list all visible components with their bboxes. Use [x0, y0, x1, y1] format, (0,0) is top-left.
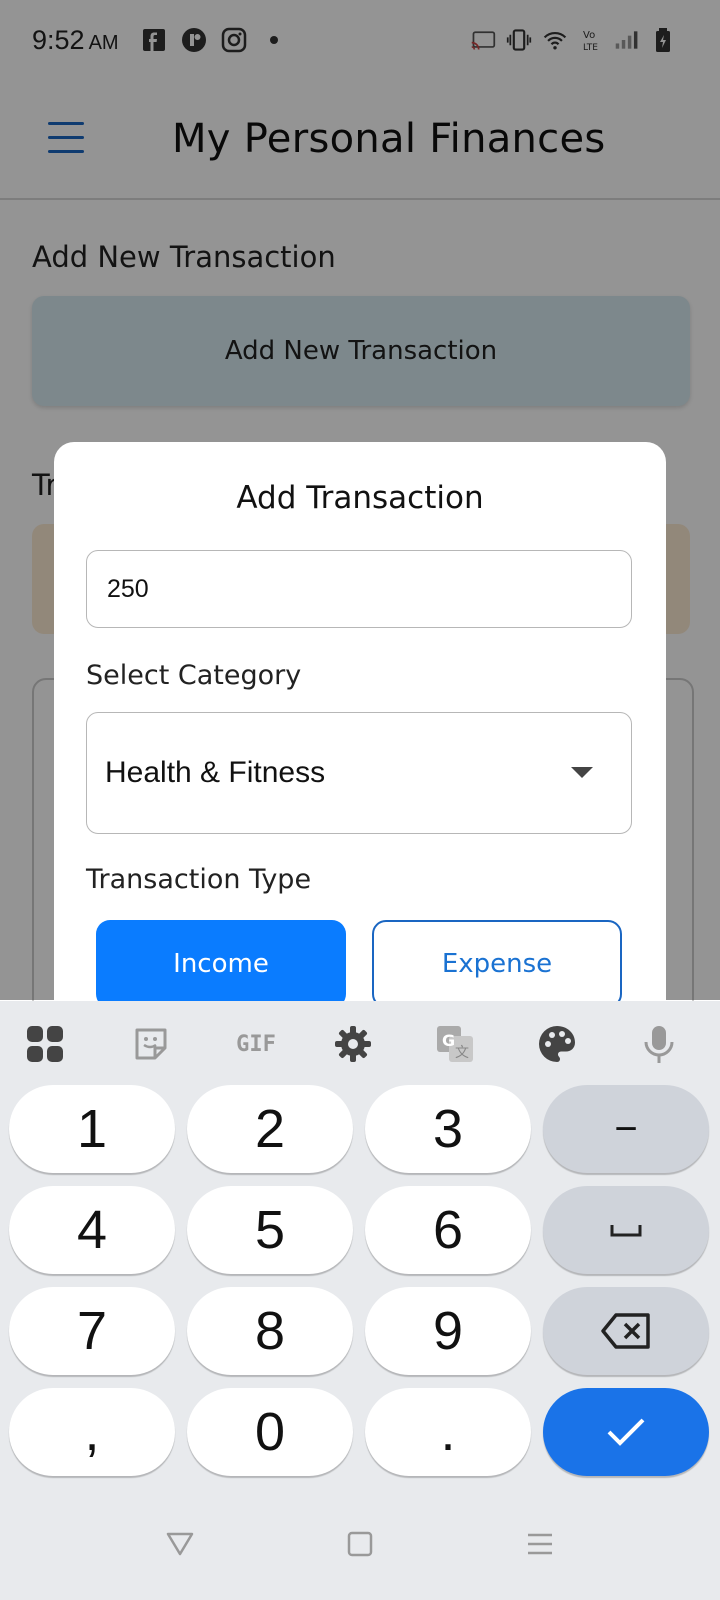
key-1[interactable]: 1: [9, 1085, 175, 1173]
home-square-icon[interactable]: [340, 1524, 380, 1564]
add-transaction-dialog: Add Transaction 250 Select Category Heal…: [54, 442, 666, 1008]
key-4[interactable]: 4: [9, 1186, 175, 1274]
expense-button[interactable]: Expense: [372, 920, 622, 1008]
gif-icon[interactable]: GIF: [228, 1021, 284, 1067]
recents-lines-icon[interactable]: [520, 1524, 560, 1564]
transaction-type-label: Transaction Type: [86, 864, 312, 895]
sticker-icon[interactable]: [128, 1021, 174, 1067]
space-icon: [610, 1225, 642, 1237]
minus-glyph: −: [614, 1106, 638, 1151]
apps-grid-icon[interactable]: [22, 1021, 68, 1067]
key-period[interactable]: .: [365, 1388, 531, 1476]
key-9[interactable]: 9: [365, 1287, 531, 1375]
backspace-icon: [601, 1313, 650, 1349]
key-8[interactable]: 8: [187, 1287, 353, 1375]
translate-icon[interactable]: G文: [432, 1021, 478, 1067]
dropdown-arrow-icon: [571, 767, 593, 778]
back-triangle-icon[interactable]: [160, 1524, 200, 1564]
key-2[interactable]: 2: [187, 1085, 353, 1173]
key-5[interactable]: 5: [187, 1186, 353, 1274]
category-label: Select Category: [86, 660, 302, 691]
key-comma[interactable]: ,: [9, 1388, 175, 1476]
key-3[interactable]: 3: [365, 1085, 531, 1173]
theme-palette-icon[interactable]: [534, 1021, 580, 1067]
income-button[interactable]: Income: [96, 920, 346, 1008]
category-select[interactable]: Health & Fitness: [86, 712, 632, 834]
svg-text:文: 文: [455, 1045, 469, 1061]
microphone-icon[interactable]: [636, 1021, 682, 1067]
gif-label: GIF: [236, 1031, 276, 1057]
checkmark-icon: [607, 1418, 645, 1446]
key-0[interactable]: 0: [187, 1388, 353, 1476]
keyboard-toolbar: GIF G文: [0, 1001, 720, 1087]
svg-text:G: G: [442, 1031, 455, 1050]
key-done[interactable]: [543, 1388, 709, 1476]
settings-gear-icon[interactable]: [330, 1021, 376, 1067]
dialog-title: Add Transaction: [236, 480, 484, 516]
key-6[interactable]: 6: [365, 1186, 531, 1274]
key-minus[interactable]: −: [543, 1085, 709, 1173]
amount-input[interactable]: 250: [86, 550, 632, 628]
key-backspace[interactable]: [543, 1287, 709, 1375]
category-selected-value: Health & Fitness: [105, 756, 326, 789]
key-space[interactable]: [543, 1186, 709, 1274]
key-7[interactable]: 7: [9, 1287, 175, 1375]
system-nav-bar: [0, 1500, 720, 1600]
